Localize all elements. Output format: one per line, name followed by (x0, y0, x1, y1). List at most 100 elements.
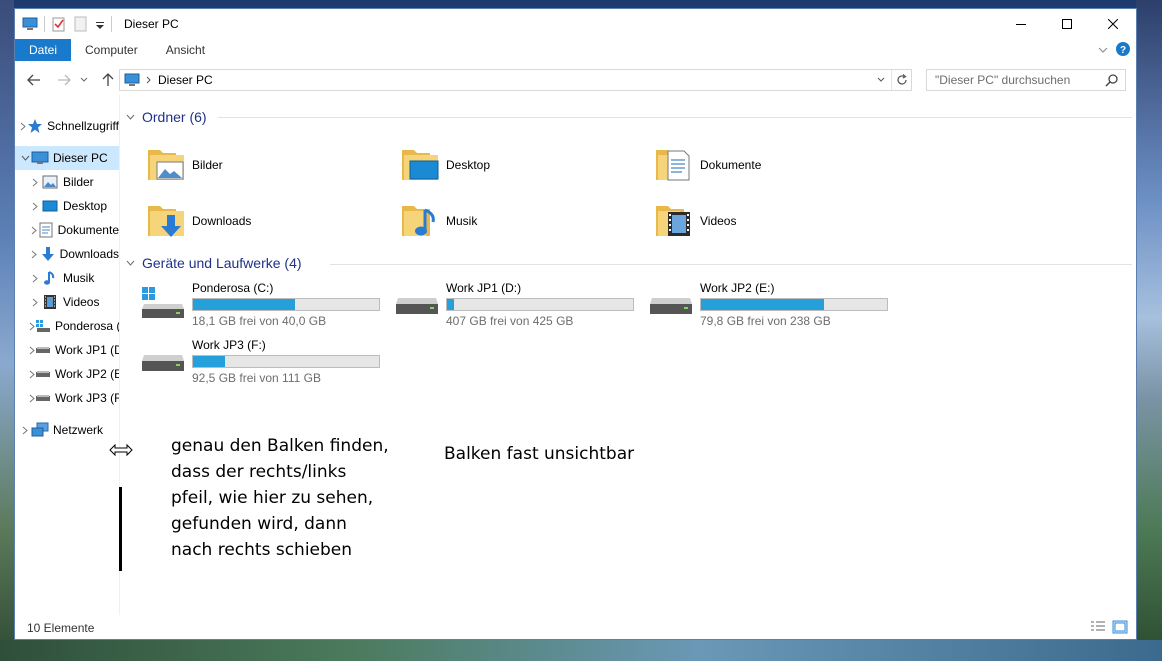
drive-name: Work JP3 (F:) (192, 338, 266, 352)
tab-computer[interactable]: Computer (71, 39, 152, 61)
chevron-right-icon[interactable] (29, 226, 39, 235)
folder-label: Desktop (446, 158, 491, 172)
sidebar-item-desktop[interactable]: Desktop (15, 194, 119, 218)
chevron-right-icon[interactable] (19, 122, 27, 131)
sidebar-item-videos[interactable]: Videos (15, 290, 119, 314)
folder-item-desktop[interactable]: Desktop (400, 141, 650, 189)
drive-free-space: 18,1 GB frei von 40,0 GB (192, 314, 327, 328)
sidebar-item-downloads[interactable]: Downloads (15, 242, 119, 266)
sidebar-item-bilder[interactable]: Bilder (15, 170, 119, 194)
ribbon-controls: ? (1098, 41, 1130, 59)
address-controls (871, 70, 911, 90)
up-button[interactable] (97, 69, 119, 91)
annotation-instructions: genau den Balken finden, dass der rechts… (171, 433, 389, 563)
sidebar-item-musik[interactable]: Musik (15, 266, 119, 290)
chevron-down-icon[interactable] (126, 258, 142, 269)
pictures-folder-icon (146, 144, 186, 187)
tab-datei[interactable]: Datei (15, 39, 72, 61)
desktop-icon (41, 198, 59, 214)
sidebar-item-label: Dieser PC (53, 151, 108, 165)
group-header-label: Geräte und Laufwerke (4) (142, 255, 302, 271)
recent-locations-button[interactable] (77, 69, 91, 91)
chevron-right-icon[interactable] (146, 76, 152, 84)
refresh-icon (896, 74, 907, 85)
search-input[interactable]: "Dieser PC" durchsuchen (926, 69, 1126, 91)
drive-free-space: 407 GB frei von 425 GB (446, 314, 574, 328)
drive-icon (394, 287, 440, 322)
music-folder-icon (400, 200, 440, 243)
drive-name: Work JP2 (E:) (700, 281, 775, 295)
chevron-down-icon (877, 77, 885, 82)
sidebar-item-dokumente[interactable]: Dokumente (15, 218, 119, 242)
group-header-ordner[interactable]: Ordner (6) (126, 107, 207, 127)
drive-item-work-jp1[interactable]: Work JP1 (D:) 407 GB frei von 425 GB (394, 281, 644, 333)
sidebar-item-label: Schnellzugriff (47, 119, 119, 133)
drive-usage-bar (446, 298, 634, 311)
minimize-button[interactable] (998, 9, 1044, 39)
sidebar-item-label: Work JP2 (E:) (55, 367, 119, 381)
help-icon[interactable]: ? (1116, 41, 1130, 59)
new-folder-icon[interactable] (73, 16, 89, 32)
search-icon[interactable] (1105, 73, 1119, 90)
sidebar-item-work-jp2[interactable]: Work JP2 (E:) (15, 362, 119, 386)
sidebar-item-schnellzugriff[interactable]: Schnellzugriff (15, 114, 119, 138)
folder-item-bilder[interactable]: Bilder (146, 141, 396, 189)
drive-usage-fill (701, 299, 824, 310)
star-icon (27, 118, 43, 134)
item-count: 10 Elemente (27, 621, 95, 635)
drive-free-space: 79,8 GB frei von 238 GB (700, 314, 831, 328)
maximize-button[interactable] (1044, 9, 1090, 39)
chevron-right-icon[interactable] (29, 250, 40, 259)
annotation-marker-line (119, 487, 122, 571)
chevron-right-icon[interactable] (29, 178, 41, 187)
drive-name: Ponderosa (C:) (192, 281, 274, 295)
status-bar: 10 Elemente (15, 617, 1136, 639)
chevron-down-icon[interactable] (19, 155, 31, 161)
expand-ribbon-icon[interactable] (1098, 43, 1108, 57)
sidebar-item-netzwerk[interactable]: Netzwerk (15, 418, 119, 442)
details-view-icon[interactable] (1090, 620, 1106, 637)
back-button[interactable] (23, 69, 45, 91)
annotation-line: genau den Balken finden, (171, 436, 389, 456)
sidebar-item-dieser-pc[interactable]: Dieser PC (15, 146, 119, 170)
drive-item-work-jp3[interactable]: Work JP3 (F:) 92,5 GB frei von 111 GB (140, 338, 390, 390)
desktop-wallpaper-left (0, 0, 14, 661)
drive-item-work-jp2[interactable]: Work JP2 (E:) 79,8 GB frei von 238 GB (648, 281, 898, 333)
properties-icon[interactable] (51, 16, 67, 32)
address-dropdown-button[interactable] (871, 70, 891, 90)
drive-item-ponderosa[interactable]: Ponderosa (C:) 18,1 GB frei von 40,0 GB (140, 281, 390, 333)
sidebar-item-work-jp3[interactable]: Work JP3 (F:) (15, 386, 119, 410)
folder-item-videos[interactable]: Videos (654, 197, 904, 245)
drive-icon (648, 287, 694, 322)
drive-usage-bar (192, 298, 380, 311)
drive-usage-fill (447, 299, 455, 310)
chevron-down-icon[interactable] (95, 16, 105, 32)
tab-ansicht[interactable]: Ansicht (152, 39, 219, 61)
folder-item-downloads[interactable]: Downloads (146, 197, 396, 245)
drive-free-space: 92,5 GB frei von 111 GB (192, 371, 321, 385)
chevron-down-icon[interactable] (126, 112, 142, 123)
sidebar-item-label: Downloads (59, 247, 119, 261)
chevron-right-icon[interactable] (29, 274, 41, 283)
refresh-button[interactable] (891, 70, 911, 90)
group-header-geraete[interactable]: Geräte und Laufwerke (4) (126, 253, 302, 273)
explorer-window: Dieser PC Datei Computer Ansicht ? Diese… (14, 8, 1137, 640)
folder-item-musik[interactable]: Musik (400, 197, 650, 245)
maximize-icon (1062, 19, 1072, 29)
annotation-line: nach rechts schieben (171, 540, 353, 560)
folder-item-dokumente[interactable]: Dokumente (654, 141, 904, 189)
desktop-wallpaper-right (1136, 0, 1162, 661)
forward-button[interactable] (53, 69, 75, 91)
breadcrumb[interactable]: Dieser PC (158, 73, 213, 87)
chevron-right-icon[interactable] (19, 426, 31, 435)
sidebar-item-ponderosa[interactable]: Ponderosa (C:) (15, 314, 119, 338)
video-icon (41, 294, 59, 310)
sidebar-item-work-jp1[interactable]: Work JP1 (D:) (15, 338, 119, 362)
chevron-right-icon[interactable] (29, 202, 41, 211)
sidebar-item-label: Videos (63, 295, 100, 309)
sidebar-item-label: Bilder (63, 175, 94, 189)
large-icons-view-icon[interactable] (1112, 620, 1128, 637)
address-bar[interactable]: Dieser PC (119, 69, 912, 91)
chevron-right-icon[interactable] (29, 298, 41, 307)
close-button[interactable] (1090, 9, 1136, 39)
